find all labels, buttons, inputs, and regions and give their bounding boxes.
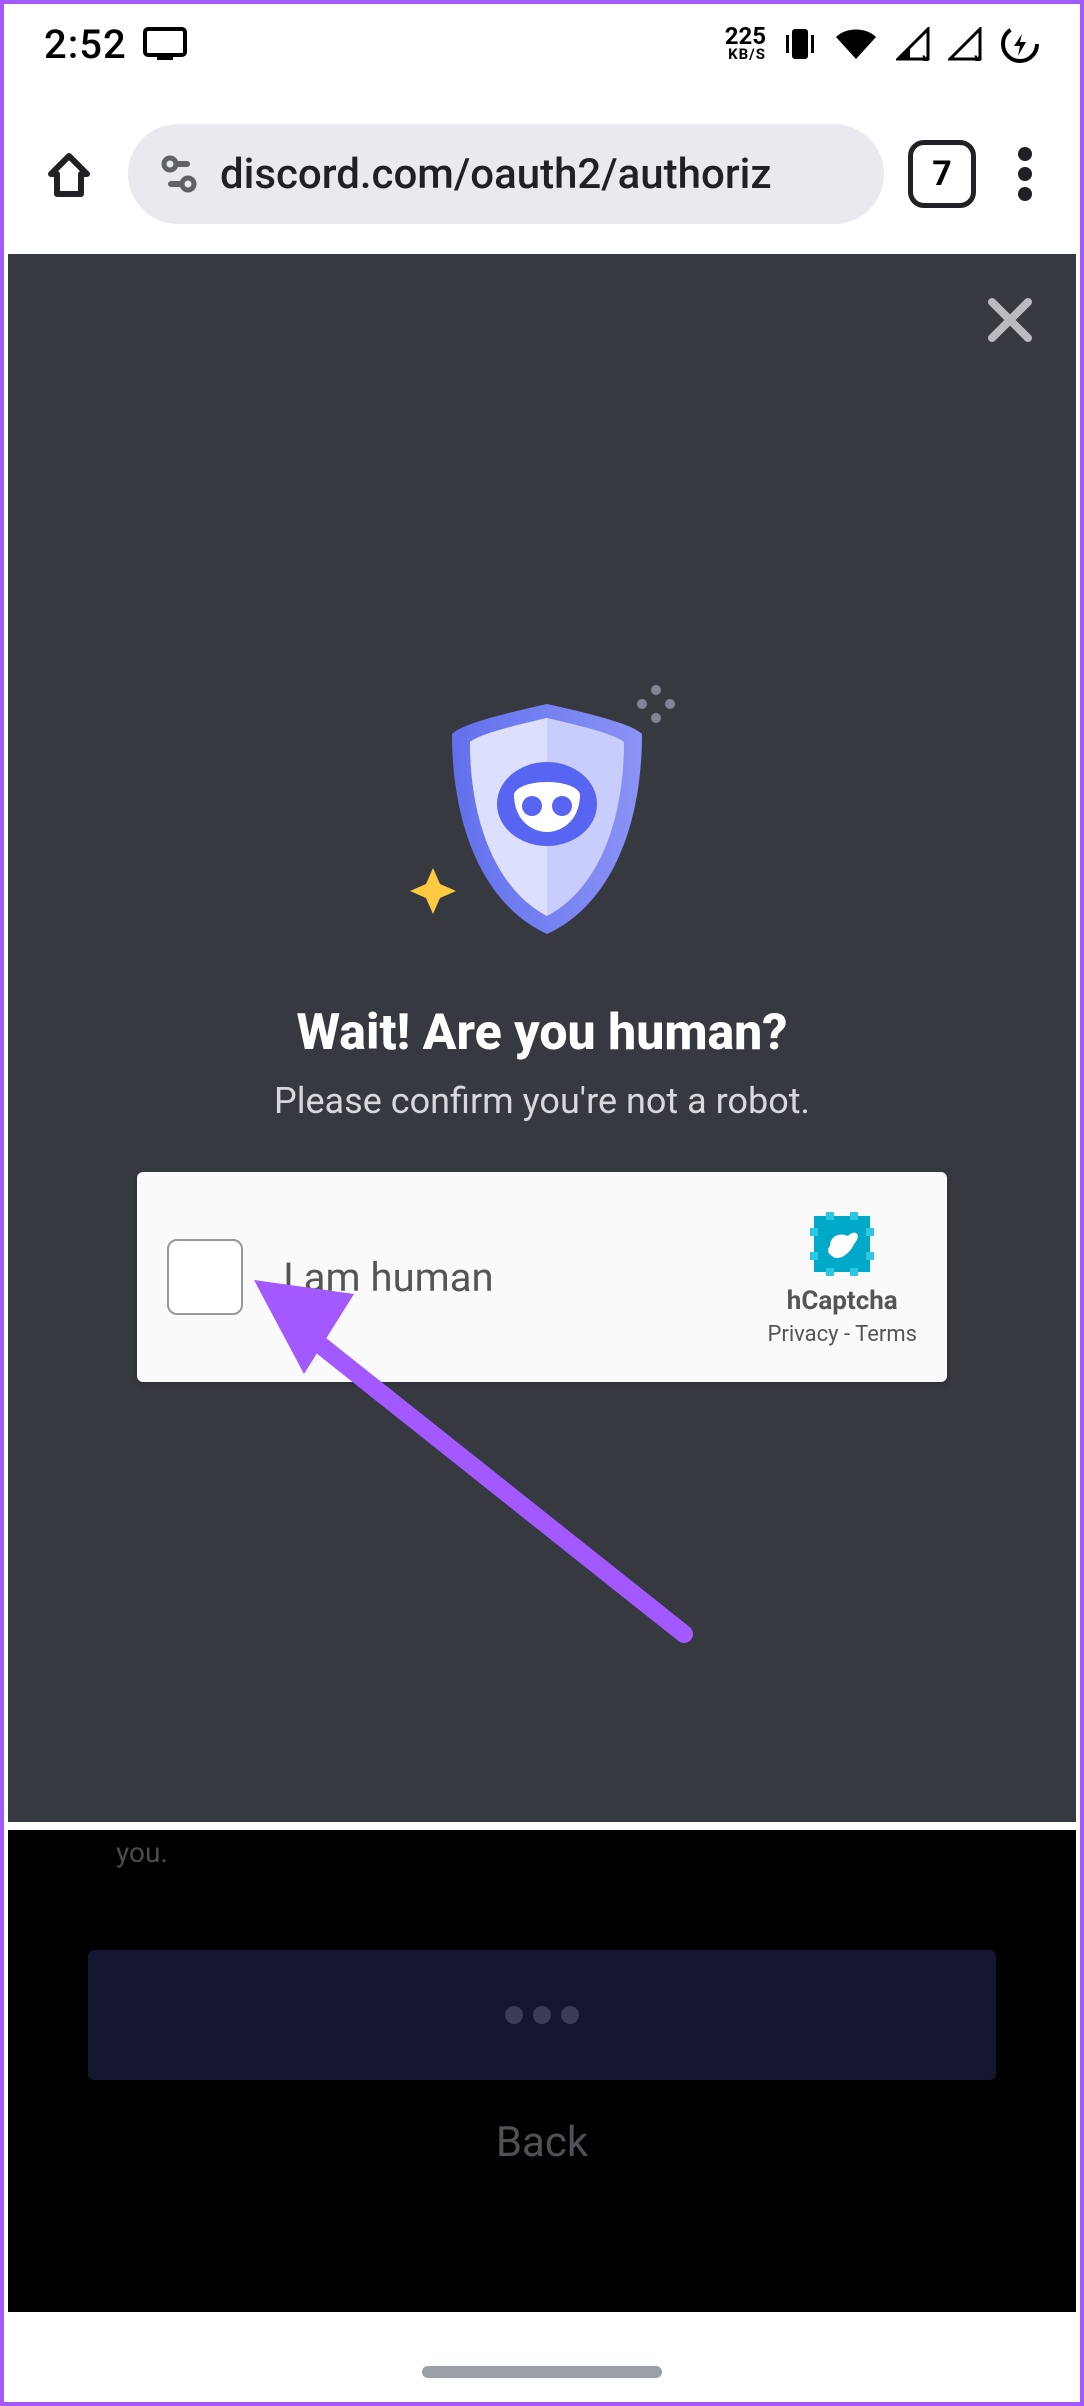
kebab-icon: [1018, 146, 1032, 202]
network-speed: 225 KB/S: [725, 26, 766, 61]
site-settings-icon: [158, 153, 200, 195]
hcaptcha-terms-link[interactable]: Terms: [855, 1322, 917, 1347]
signal-1-icon: x: [896, 27, 930, 61]
status-bar: 2:52 225 KB/S x x: [4, 4, 1080, 84]
loading-dot-icon: [505, 2006, 523, 2024]
system-nav-area: [8, 2312, 1076, 2398]
loading-dot-icon: [561, 2006, 579, 2024]
authorize-button-loading[interactable]: [88, 1950, 996, 2080]
captcha-subtitle: Please confirm you're not a robot.: [274, 1080, 810, 1122]
vibrate-icon: [784, 25, 816, 63]
svg-text:x: x: [974, 51, 982, 61]
network-speed-unit: KB/S: [728, 48, 766, 62]
hcaptcha-links: Privacy - Terms: [768, 1322, 918, 1347]
page-bottom-dim: you. Back: [8, 1830, 1076, 2320]
captcha-title: Wait! Are you human?: [296, 1004, 787, 1062]
sparkle-icon: [408, 866, 458, 920]
status-clock: 2:52: [44, 21, 127, 68]
loading-dot-icon: [533, 2006, 551, 2024]
tabs-button[interactable]: 7: [908, 140, 976, 208]
close-button[interactable]: [984, 294, 1036, 350]
hcaptcha-label: I am human: [283, 1254, 768, 1301]
overflow-menu-button[interactable]: [1000, 139, 1050, 209]
hcaptcha-widget: I am human hCaptcha Privacy - Terms: [137, 1172, 947, 1382]
background-text-fragment: you.: [116, 1836, 168, 1869]
tab-count: 7: [932, 154, 952, 194]
svg-text:x: x: [922, 51, 930, 61]
hcaptcha-logo-icon: [806, 1208, 878, 1280]
battery-saver-icon: [1000, 24, 1040, 64]
signal-2-icon: x: [948, 27, 982, 61]
back-button[interactable]: Back: [8, 2118, 1076, 2167]
screen-cast-icon: [143, 27, 187, 61]
hcaptcha-privacy-link[interactable]: Privacy: [768, 1322, 839, 1347]
gesture-handle[interactable]: [422, 2366, 662, 2378]
shield-icon: [432, 694, 662, 944]
browser-chrome: discord.com/oauth2/authoriz 7: [4, 104, 1080, 244]
status-bar-left: 2:52: [44, 21, 187, 68]
address-bar[interactable]: discord.com/oauth2/authoriz: [128, 124, 884, 224]
hcaptcha-checkbox[interactable]: [167, 1239, 243, 1315]
captcha-modal: Wait! Are you human? Please confirm you'…: [8, 254, 1076, 1822]
hcaptcha-branding: hCaptcha Privacy - Terms: [768, 1208, 918, 1347]
captcha-hero: Wait! Are you human? Please confirm you'…: [8, 684, 1076, 1382]
close-icon: [984, 294, 1036, 346]
hcaptcha-links-sep: -: [839, 1322, 856, 1347]
status-bar-right: 225 KB/S x x: [725, 24, 1040, 64]
home-button[interactable]: [34, 139, 104, 209]
url-text: discord.com/oauth2/authoriz: [220, 150, 772, 199]
shield-illustration: [392, 684, 692, 944]
wifi-icon: [834, 27, 878, 61]
home-icon: [41, 146, 97, 202]
hcaptcha-brand-name: hCaptcha: [787, 1286, 898, 1316]
